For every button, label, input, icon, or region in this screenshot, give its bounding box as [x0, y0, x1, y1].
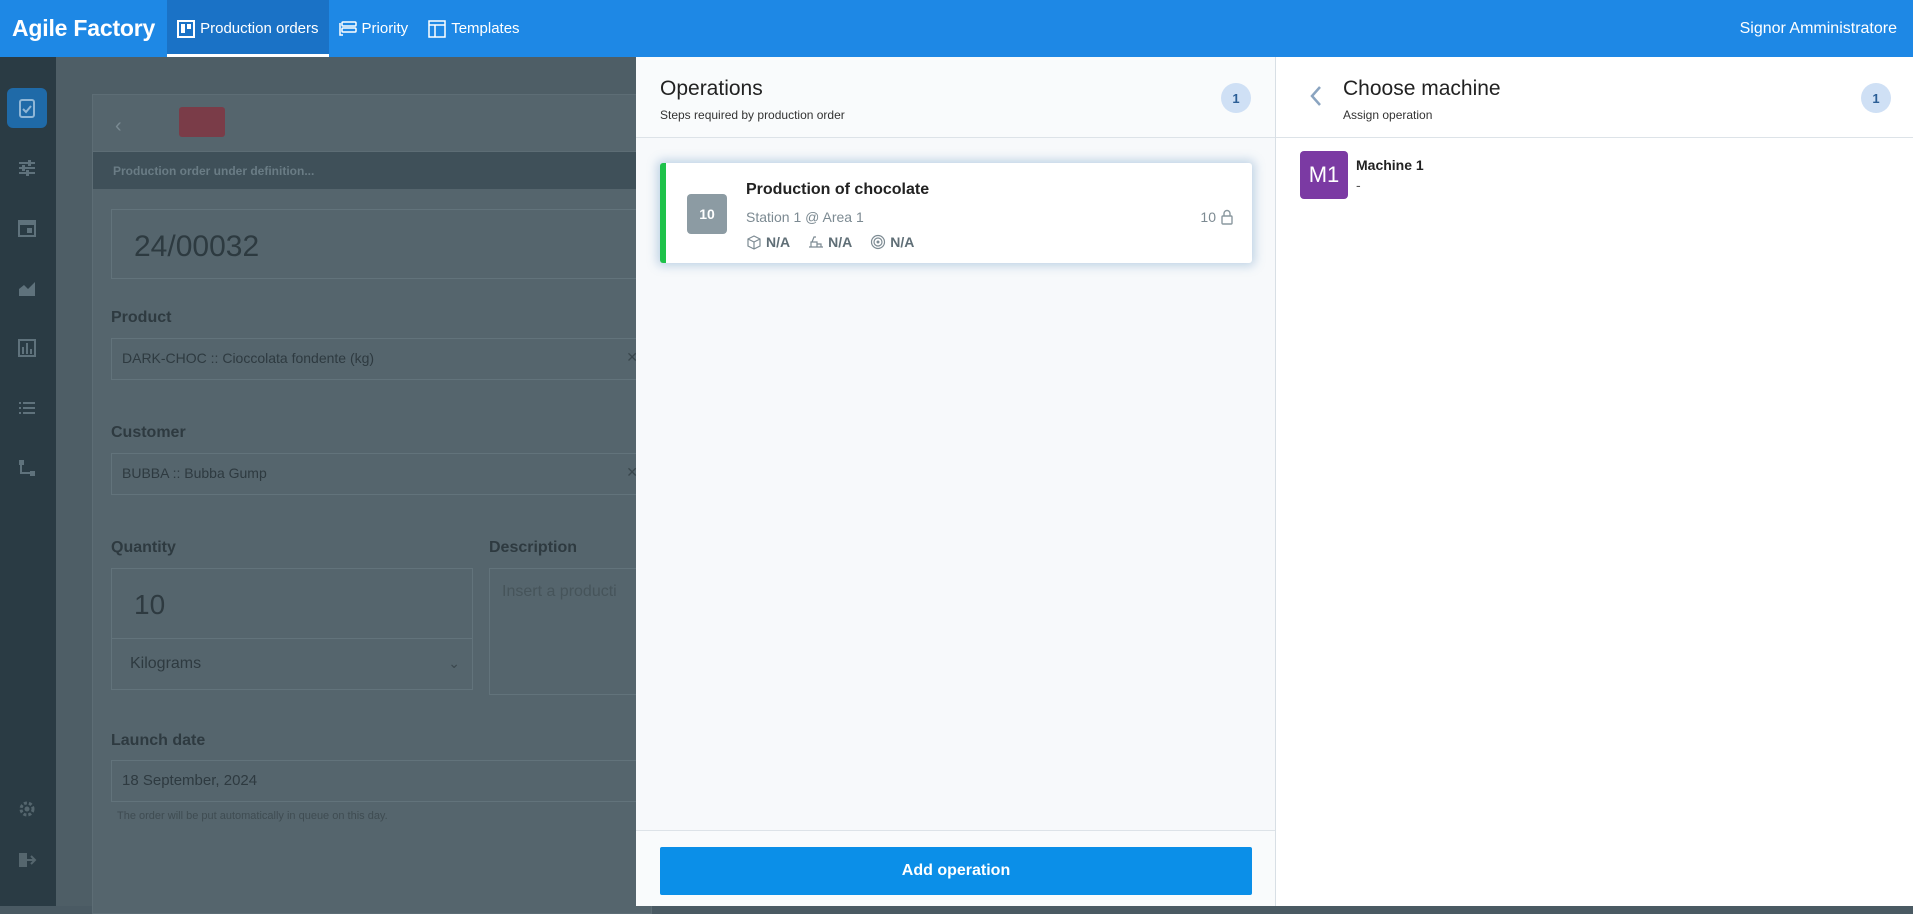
form-toolbar: ‹	[93, 95, 651, 152]
priority-list-icon	[338, 20, 357, 36]
gear-icon[interactable]	[7, 789, 47, 829]
metric-material-value: N/A	[766, 234, 791, 250]
machine-name: Machine 1	[1356, 157, 1424, 173]
machine-header: Choose machine Assign operation 1	[1276, 57, 1913, 138]
metric-material: N/A	[746, 234, 790, 250]
order-number: 24/00032	[111, 209, 651, 279]
delete-button	[179, 107, 225, 137]
machine-description: -	[1356, 177, 1361, 193]
operations-title: Operations	[660, 77, 763, 100]
operation-station: Station 1 @ Area 1	[746, 209, 864, 225]
top-navbar: Agile Factory Production orders Priority…	[0, 0, 1913, 57]
tab-priority-label: Priority	[361, 20, 409, 37]
tab-production-orders-label: Production orders	[200, 20, 319, 37]
metric-machine: N/A	[808, 234, 852, 250]
machine-subtitle: Assign operation	[1343, 108, 1433, 122]
machine-icon	[809, 236, 824, 248]
board-icon	[177, 19, 196, 38]
launch-date-field: 18 September, 2024	[111, 760, 651, 802]
lock-icon	[1221, 209, 1233, 225]
back-icon: ‹	[115, 115, 122, 137]
bar-chart-icon[interactable]	[7, 328, 47, 368]
operations-subtitle: Steps required by production order	[660, 108, 845, 122]
tab-priority[interactable]: Priority	[329, 0, 419, 57]
metric-target: N/A	[870, 234, 914, 250]
area-chart-icon[interactable]	[7, 268, 47, 308]
operations-header: Operations Steps required by production …	[636, 57, 1275, 138]
product-field: DARK-CHOC :: Cioccolata fondente (kg) ✕	[111, 338, 651, 380]
operation-quantity: 10	[1200, 209, 1234, 225]
tab-production-orders[interactable]: Production orders	[167, 0, 329, 57]
list-icon[interactable]	[7, 388, 47, 428]
quantity-label: Quantity	[111, 539, 176, 556]
production-order-form: ‹ Production order under definition... 2…	[92, 94, 689, 914]
operation-quantity-value: 10	[1200, 209, 1216, 225]
machine-count-badge: 1	[1861, 83, 1891, 113]
app-brand[interactable]: Agile Factory	[0, 0, 167, 57]
sliders-icon[interactable]	[7, 148, 47, 188]
chevron-down-icon: ⌄	[448, 655, 460, 671]
background-overlay: ‹ Production order under definition... 2…	[56, 57, 689, 914]
operations-count-badge: 1	[1221, 83, 1251, 113]
operation-title: Production of chocolate	[746, 181, 930, 198]
customer-label: Customer	[111, 424, 186, 441]
quantity-field: 10	[111, 568, 473, 639]
machine-avatar: M1	[1300, 151, 1348, 199]
product-label: Product	[111, 309, 172, 326]
user-menu[interactable]: Signor Amministratore	[1740, 0, 1913, 57]
operations-panel: Operations Steps required by production …	[636, 57, 1276, 906]
logout-icon[interactable]	[7, 840, 47, 880]
operations-footer: Add operation	[636, 830, 1275, 906]
tab-templates[interactable]: Templates	[418, 0, 529, 57]
unit-select: Kilograms ⌄	[111, 638, 473, 690]
operation-metrics: N/A N/A N/A	[746, 234, 914, 250]
product-value: DARK-CHOC :: Cioccolata fondente (kg)	[122, 350, 375, 366]
clipboard-check-icon[interactable]	[7, 88, 47, 128]
left-sidebar	[0, 57, 56, 906]
metric-target-value: N/A	[890, 234, 915, 250]
customer-value: BUBBA :: Bubba Gump	[122, 465, 267, 481]
order-status: Production order under definition...	[93, 152, 651, 189]
metric-machine-value: N/A	[828, 234, 853, 250]
target-icon	[871, 234, 886, 250]
box-icon	[747, 235, 761, 250]
choose-machine-panel: Choose machine Assign operation 1 M1 Mac…	[1276, 57, 1913, 906]
back-chevron-icon[interactable]	[1306, 83, 1326, 109]
tab-templates-label: Templates	[451, 20, 520, 37]
workflow-icon[interactable]	[7, 448, 47, 488]
calendar-icon[interactable]	[7, 208, 47, 248]
launch-date-label: Launch date	[111, 732, 206, 749]
add-operation-button[interactable]: Add operation	[660, 847, 1252, 895]
description-label: Description	[489, 539, 578, 556]
machine-list-item[interactable]: M1 Machine 1 -	[1300, 151, 1890, 201]
template-icon	[428, 19, 446, 38]
launch-date-hint: The order will be put automatically in q…	[117, 810, 388, 822]
unit-value: Kilograms	[130, 655, 202, 672]
customer-field: BUBBA :: Bubba Gump ✕	[111, 453, 651, 495]
operation-card[interactable]: 10 Production of chocolate Station 1 @ A…	[660, 163, 1252, 263]
machine-title: Choose machine	[1343, 77, 1501, 100]
operation-number: 10	[687, 194, 727, 234]
